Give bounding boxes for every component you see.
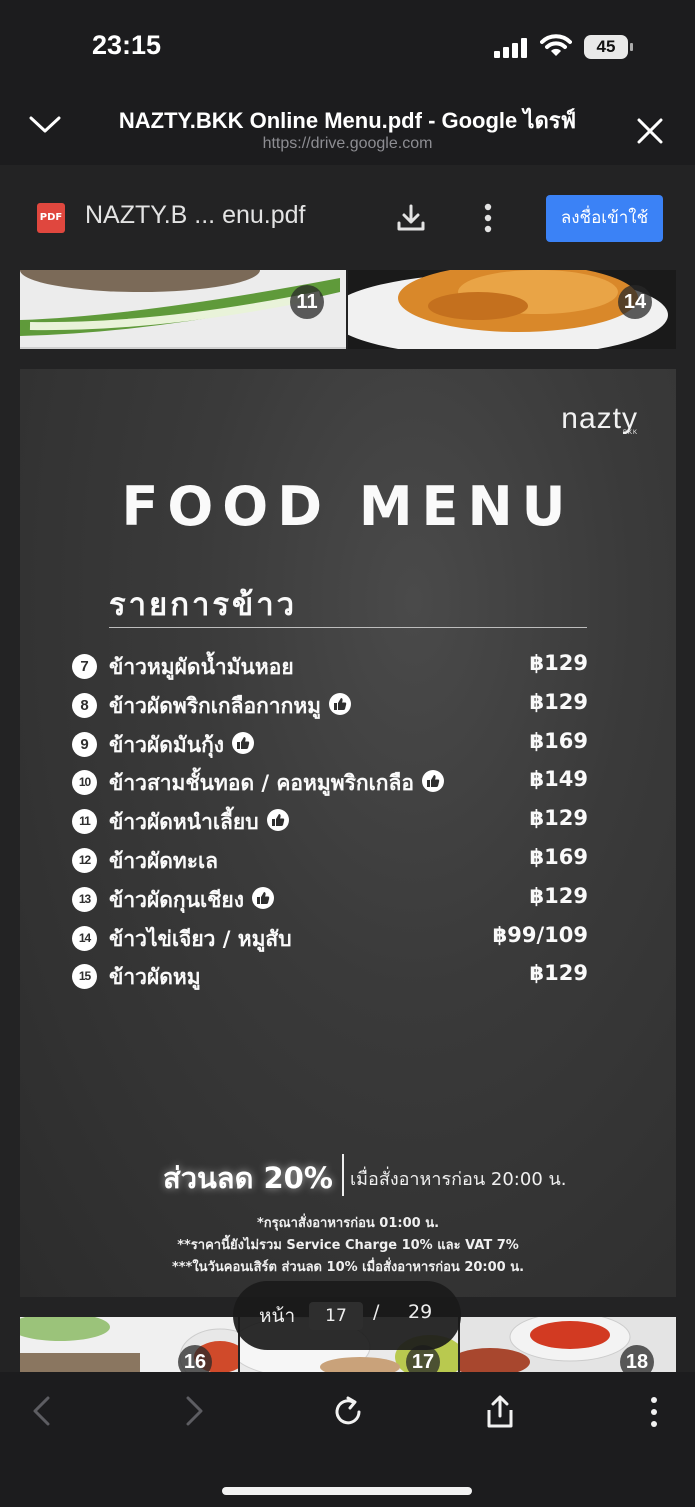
browser-title-bar: NAZTY.BKK Online Menu.pdf - Google ไดรฟ์…	[0, 88, 695, 165]
menu-item-name: ข้าวผัดทะเล	[109, 849, 219, 873]
thumbnail-number: 18	[620, 1345, 654, 1372]
section-title: รายการข้าว	[109, 587, 298, 623]
menu-item-number: 13	[72, 886, 97, 912]
menu-item-price: ฿129	[529, 651, 588, 675]
page-separator: /	[373, 1301, 380, 1323]
menu-item-price: ฿129	[529, 961, 588, 986]
menu-item: 14 ข้าวไข่เจียว / หมูสับ ฿99/109	[72, 922, 588, 956]
home-indicator	[222, 1487, 472, 1495]
more-vert-icon[interactable]	[478, 203, 498, 233]
menu-item-number: 11	[72, 809, 97, 835]
battery-tip	[630, 43, 633, 51]
menu-item-price: ฿129	[529, 689, 588, 714]
thumbs-up-icon	[251, 886, 274, 909]
menu-item-name: ข้าวสามชั้นทอด / คอหมูพริกเกลือ	[109, 771, 414, 796]
menu-item-name-row: ข้าวผัดหนำเลี้ยบ	[109, 806, 289, 839]
menu-item: 12 ข้าวผัดทะเล ฿169	[72, 844, 588, 878]
browser-bottom-bar	[0, 1372, 695, 1507]
menu-item-name: ข้าวหมูผัดน้ำมันหอย	[109, 655, 294, 679]
page-thumbnail[interactable]: 11	[20, 270, 346, 349]
forward-icon[interactable]	[182, 1395, 206, 1427]
menu-item-number: 10	[72, 770, 97, 796]
menu-item: 8 ข้าวผัดพริกเกลือกากหมู ฿129	[72, 689, 588, 723]
menu-item-name: ข้าวไข่เจียว / หมูสับ	[109, 926, 292, 951]
share-icon[interactable]	[484, 1395, 516, 1429]
menu-item-number: 12	[72, 848, 97, 873]
thumbs-up-icon	[266, 809, 289, 832]
file-name: NAZTY.B ... enu.pdf	[85, 201, 306, 229]
battery-icon: 45	[584, 35, 628, 59]
pdf-viewer[interactable]: PDF NAZTY.B ... enu.pdf ลงชื่อเข้าใช้ 11…	[0, 165, 695, 1372]
footnote: ***ในวันคอนเสิร์ต ส่วนลด 10% เมื่อสั่งอา…	[171, 1260, 525, 1275]
thumbs-up-icon	[232, 731, 255, 754]
brand-sub: BKK	[622, 430, 638, 436]
cellular-signal-icon	[494, 38, 530, 58]
download-icon[interactable]	[396, 203, 426, 233]
menu-title: FOOD MENU	[121, 475, 575, 538]
menu-item: 13 ข้าวผัดกุนเชียง ฿129	[72, 883, 588, 917]
menu-item: 9 ข้าวผัดมันกุ้ง ฿169	[72, 728, 588, 762]
menu-item-name-row: ข้าวสามชั้นทอด / คอหมูพริกเกลือ	[109, 767, 444, 800]
menu-item-name: ข้าวผัดพริกเกลือกากหมู	[109, 693, 321, 718]
menu-item-name-row: ข้าวผัดกุนเชียง	[109, 884, 274, 917]
page-indicator[interactable]: หน้า 17 / 29	[233, 1281, 461, 1350]
status-bar: 23:15 45	[0, 0, 695, 88]
status-time: 23:15	[92, 30, 162, 60]
brand-logo: nazty BKK	[561, 402, 638, 436]
footnote: **ราคานี้ยังไม่รวม Service Charge 10% แล…	[177, 1238, 519, 1253]
menu-item-name: ข้าวผัดหมู	[109, 965, 201, 990]
menu-item-price: ฿169	[529, 728, 588, 753]
discount-note: เมื่อสั่งอาหารก่อน 20:00 น.	[350, 1169, 567, 1190]
menu-item-number: 15	[72, 964, 97, 990]
menu-page: nazty BKK FOOD MENU รายการข้าว 7 ข้าวหมูผั…	[20, 369, 676, 1297]
menu-item-name-row: ข้าวหมูผัดน้ำมันหอย	[109, 651, 294, 684]
menu-item: 11 ข้าวผัดหนำเลี้ยบ ฿129	[72, 805, 588, 839]
page-url: https://drive.google.com	[262, 135, 433, 152]
footnote: *กรุณาสั่งอาหารก่อน 01:00 น.	[256, 1216, 440, 1231]
pdf-file-icon: PDF	[37, 203, 65, 233]
thumbnail-number: 11	[290, 285, 324, 319]
menu-item-number: 9	[72, 731, 97, 757]
total-pages: 29	[408, 1301, 433, 1323]
menu-item: 15 ข้าวผัดหมู ฿129	[72, 960, 588, 994]
menu-item-price: ฿149	[529, 767, 588, 792]
page-thumbnail[interactable]: 18	[460, 1317, 676, 1372]
more-vert-icon[interactable]	[646, 1395, 662, 1429]
menu-item-price: ฿129	[529, 883, 588, 908]
reload-icon[interactable]	[331, 1395, 365, 1429]
thumbnail-number: 16	[178, 1345, 212, 1372]
menu-item: 10 ข้าวสามชั้นทอด / คอหมูพริกเกลือ ฿149	[72, 766, 588, 800]
menu-item-price: ฿169	[529, 845, 588, 869]
doc-toolbar: PDF NAZTY.B ... enu.pdf ลงชื่อเข้าใช้	[0, 165, 695, 268]
menu-item-name-row: ข้าวไข่เจียว / หมูสับ	[109, 923, 292, 956]
discount-divider	[342, 1154, 344, 1196]
back-icon[interactable]	[30, 1395, 54, 1427]
discount-label: ส่วนลด 20%	[163, 1161, 333, 1195]
menu-item-number: 8	[72, 692, 97, 718]
menu-item-name-row: ข้าวผัดมันกุ้ง	[109, 729, 255, 762]
thumbnail-number: 14	[618, 285, 652, 319]
page-thumbnail[interactable]: 14	[348, 270, 676, 349]
page-title: NAZTY.BKK Online Menu.pdf - Google ไดรฟ์	[118, 108, 577, 133]
menu-item-number: 7	[72, 654, 97, 679]
sign-in-button[interactable]: ลงชื่อเข้าใช้	[546, 195, 663, 242]
page-label: หน้า	[259, 1305, 296, 1327]
thumbs-up-icon	[329, 692, 351, 715]
menu-item: 7 ข้าวหมูผัดน้ำมันหอย ฿129	[72, 650, 588, 684]
menu-item-name: ข้าวผัดกุนเชียง	[109, 887, 244, 912]
page-thumbnail[interactable]: 16	[20, 1317, 238, 1372]
section-divider	[109, 627, 587, 628]
menu-item-name-row: ข้าวผัดหมู	[109, 961, 201, 994]
wifi-icon	[540, 34, 572, 56]
current-page-input[interactable]: 17	[309, 1302, 363, 1330]
menu-item-name-row: ข้าวผัดทะเล	[109, 845, 218, 878]
thumbs-up-icon	[421, 770, 444, 793]
menu-item-price: ฿129	[529, 806, 588, 831]
menu-item-name: ข้าวผัดมันกุ้ง	[109, 732, 225, 757]
menu-item-number: 14	[72, 925, 97, 951]
menu-item-name-row: ข้าวผัดพริกเกลือกากหมู	[109, 690, 351, 723]
menu-item-price: ฿99/109	[492, 922, 588, 947]
menu-item-name: ข้าวผัดหนำเลี้ยบ	[109, 810, 259, 835]
close-icon[interactable]	[636, 117, 664, 145]
